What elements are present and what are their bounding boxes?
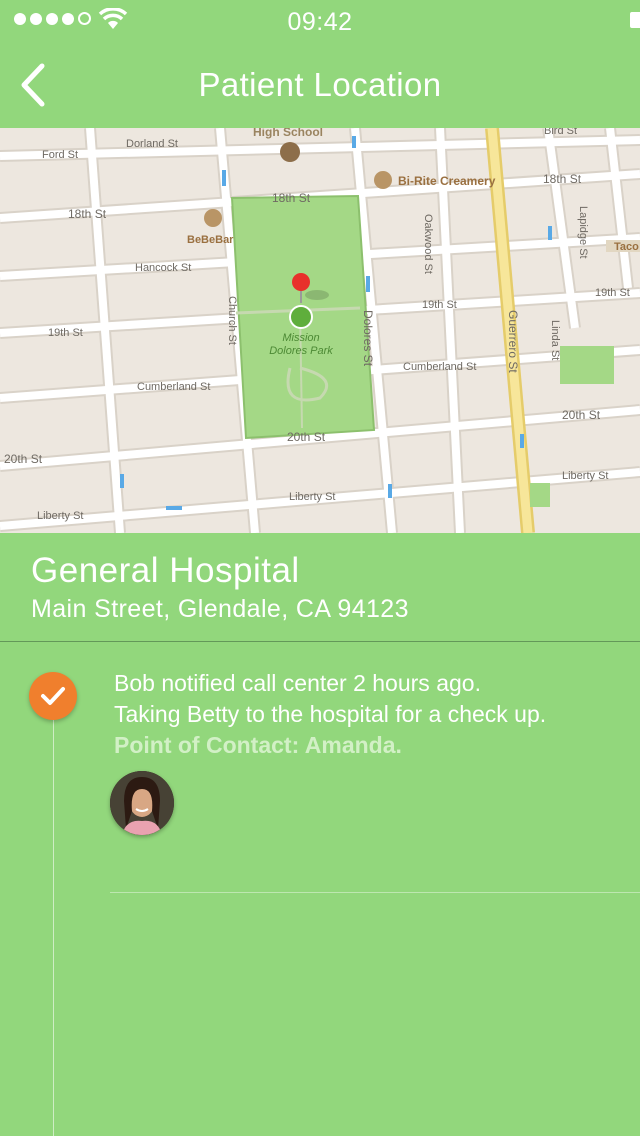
navigation-bar: Patient Location: [0, 40, 640, 128]
map-label-lapidge: Lapidge St: [577, 206, 589, 259]
map-label-linda: Linda St: [549, 320, 561, 360]
map-label-liberty-c: Liberty St: [562, 470, 608, 482]
bar-icon: [204, 209, 222, 227]
status-check-badge: [29, 672, 77, 720]
timeline-line: [53, 700, 54, 1136]
map-label-hancock: Hancock St: [135, 262, 191, 274]
timeline-entry: Bob notified call center 2 hours ago. Ta…: [114, 668, 546, 761]
map-label-20th-b: 20th St: [4, 452, 43, 466]
map-poi-bebebar: BeBeBar: [187, 234, 234, 246]
map-poi-bi-rite: Bi-Rite Creamery: [398, 174, 496, 188]
location-details: General Hospital Main Street, Glendale, …: [0, 533, 640, 642]
status-time: 09:42: [287, 8, 353, 36]
timeline-line-1: Bob notified call center 2 hours ago.: [114, 670, 481, 696]
map-label-cumberland: Cumberland St: [137, 381, 210, 393]
map-label-guerrero: Guerrero St: [506, 310, 520, 373]
avatar[interactable]: [110, 771, 174, 835]
map-label-church: Church St: [226, 296, 238, 345]
map-label-20th: 20th St: [287, 430, 326, 444]
map-label-ford: Ford St: [42, 149, 78, 161]
map-label-liberty: Liberty St: [289, 491, 335, 503]
restaurant-icon: [374, 171, 392, 189]
location-address: Main Street, Glendale, CA 94123: [31, 595, 409, 623]
map-label-18th: 18th St: [68, 207, 107, 221]
map-poi-high-school: High School: [253, 128, 323, 139]
map-label-18th-c: 18th St: [543, 172, 582, 186]
checkmark-icon: [41, 687, 65, 705]
map-pin-icon[interactable]: [292, 273, 310, 291]
school-icon: [280, 142, 300, 162]
status-bar: 09:42: [0, 0, 640, 40]
page-title: Patient Location: [198, 66, 442, 103]
map-label-19th-c: 19th St: [595, 287, 630, 299]
timeline-separator: [110, 892, 640, 893]
timeline-line-2: Taking Betty to the hospital for a check…: [114, 701, 547, 727]
map-label-19th: 19th St: [48, 327, 83, 339]
map-park-label-1: Mission: [282, 332, 319, 344]
map-label-19th-b: 19th St: [422, 299, 457, 311]
map-label-dorland: Dorland St: [126, 138, 178, 150]
point-of-contact: Point of Contact: Amanda.: [114, 732, 402, 758]
map-label-dolores: Dolores St: [361, 310, 375, 367]
map-label-18th-b: 18th St: [272, 191, 311, 205]
map-poi-taco: Taco: [614, 241, 639, 253]
location-name: General Hospital: [31, 551, 300, 590]
map-view[interactable]: Dorland St Ford St 18th St 18th St 18th …: [0, 128, 640, 533]
battery-icon: [630, 12, 640, 28]
park-icon: [289, 305, 313, 329]
map-park-label-2: Dolores Park: [269, 345, 333, 357]
map-label-liberty-b: Liberty St: [37, 510, 83, 522]
map-label-oakwood: Oakwood St: [422, 214, 434, 274]
map-label-20th-c: 20th St: [562, 408, 601, 422]
map-label-cumberland-b: Cumberland St: [403, 361, 476, 373]
map-label-bird: Bird St: [544, 128, 577, 137]
